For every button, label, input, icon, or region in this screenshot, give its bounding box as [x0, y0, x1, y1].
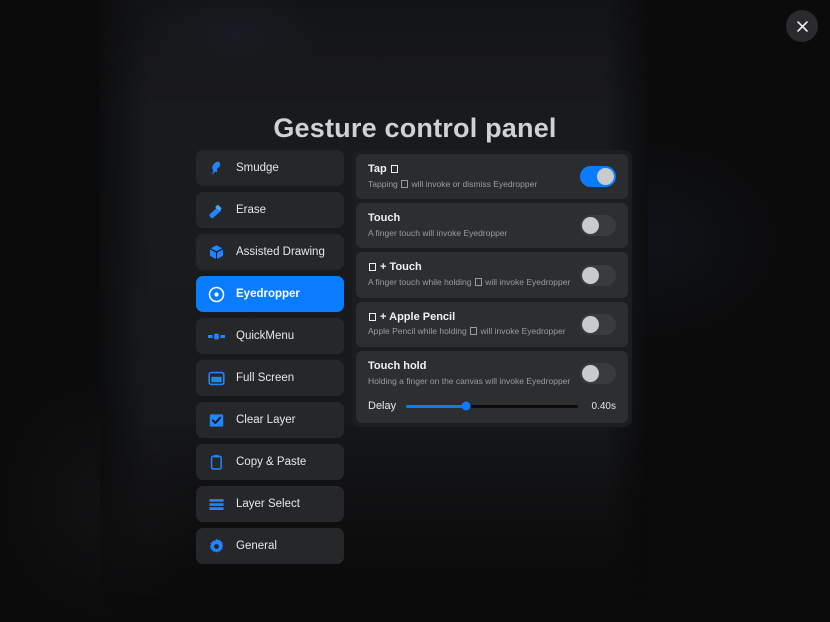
sidebar-item-label: Smudge: [236, 162, 279, 174]
sidebar-item-full-screen[interactable]: Full Screen: [196, 360, 344, 396]
toggle-knob: [582, 315, 599, 333]
sidebar-item-label: Clear Layer: [236, 414, 296, 426]
gesture-row-title: Touch hold: [368, 359, 427, 372]
missing-glyph-icon: [369, 263, 376, 272]
gesture-group-touch-hold: Touch hold Holding a finger on the canva…: [356, 350, 628, 424]
toggle-knob: [582, 364, 599, 382]
quickmenu-icon: [206, 326, 226, 346]
gesture-options-list: Tap Tapping will invoke or dismiss Eyedr…: [352, 150, 632, 428]
gesture-row-subtitle: Holding a finger on the canvas will invo…: [368, 375, 571, 386]
cube-icon: [206, 242, 226, 262]
gesture-toggle-touch[interactable]: [580, 215, 616, 237]
clipboard-icon: [206, 452, 226, 472]
gesture-row-modifier-touch[interactable]: + Touch A finger touch while holding wil…: [356, 252, 628, 298]
gesture-category-sidebar: Smudge Erase Assisted Drawing Eyedropper…: [196, 150, 344, 564]
gesture-control-dialog: Gesture control panel Smudge Erase Assis…: [0, 0, 830, 622]
delay-value: 0.40s: [591, 400, 616, 412]
close-icon: [795, 19, 810, 34]
eyedropper-target-icon: [206, 284, 226, 304]
gesture-row-tap[interactable]: Tap Tapping will invoke or dismiss Eyedr…: [356, 154, 628, 200]
missing-glyph-icon: [474, 278, 482, 287]
page-title: Gesture control panel: [273, 113, 557, 143]
sidebar-item-label: General: [236, 540, 277, 552]
smudge-icon: [206, 158, 226, 178]
toggle-knob: [582, 266, 599, 284]
gesture-toggle-touch-hold[interactable]: [580, 362, 616, 384]
delay-label: Delay: [368, 400, 397, 413]
delay-slider-row: Delay 0.40s: [356, 396, 628, 423]
toggle-knob: [582, 217, 599, 235]
gear-icon: [206, 536, 226, 556]
toggle-knob: [597, 168, 614, 186]
layers-icon: [206, 494, 226, 514]
sidebar-item-layer-select[interactable]: Layer Select: [196, 486, 344, 522]
sidebar-item-general[interactable]: General: [196, 528, 344, 564]
sidebar-item-assisted-drawing[interactable]: Assisted Drawing: [196, 234, 344, 270]
sidebar-item-label: Assisted Drawing: [236, 246, 325, 258]
sidebar-item-smudge[interactable]: Smudge: [196, 150, 344, 186]
gesture-toggle-modifier-touch[interactable]: [580, 264, 616, 286]
sidebar-item-label: QuickMenu: [236, 330, 295, 342]
fullscreen-icon: [206, 368, 226, 388]
gesture-toggle-modifier-apple-pencil[interactable]: [580, 313, 616, 335]
gesture-row-subtitle: Apple Pencil while holding will invoke E…: [368, 326, 566, 337]
sidebar-item-quickmenu[interactable]: QuickMenu: [196, 318, 344, 354]
gesture-row-title: + Apple Pencil: [368, 311, 566, 325]
sidebar-item-label: Full Screen: [236, 372, 295, 384]
gesture-toggle-tap[interactable]: [580, 166, 616, 188]
delay-slider-fill: [406, 404, 467, 408]
sidebar-item-eyedropper[interactable]: Eyedropper: [196, 276, 344, 312]
gesture-row-title: Touch: [368, 212, 401, 225]
checkbox-icon: [206, 410, 226, 430]
sidebar-item-copy-paste[interactable]: Copy & Paste: [196, 444, 344, 480]
gesture-row-subtitle: A finger touch while holding will invoke…: [368, 277, 571, 288]
missing-glyph-icon: [470, 327, 478, 336]
sidebar-item-clear-layer[interactable]: Clear Layer: [196, 402, 344, 438]
gesture-row-touch[interactable]: Touch A finger touch will invoke Eyedrop…: [356, 203, 628, 249]
eraser-icon: [206, 200, 226, 220]
sidebar-item-erase[interactable]: Erase: [196, 192, 344, 228]
gesture-row-modifier-apple-pencil[interactable]: + Apple Pencil Apple Pencil while holdin…: [356, 301, 628, 347]
gesture-row-subtitle: A finger touch will invoke Eyedropper: [368, 227, 508, 238]
missing-glyph-icon: [401, 179, 409, 188]
close-button[interactable]: [786, 10, 818, 42]
missing-glyph-icon: [369, 312, 376, 321]
sidebar-item-label: Layer Select: [236, 498, 300, 510]
gesture-row-title: + Touch: [368, 261, 570, 275]
delay-slider-thumb[interactable]: [461, 401, 471, 411]
sidebar-item-label: Copy & Paste: [236, 456, 307, 468]
gesture-row-title: Tap: [368, 163, 537, 177]
gesture-row-touch-hold[interactable]: Touch hold Holding a finger on the canva…: [356, 351, 628, 396]
gesture-row-subtitle: Tapping will invoke or dismiss Eyedroppe…: [368, 178, 538, 189]
sidebar-item-label: Erase: [236, 204, 267, 216]
sidebar-item-label: Eyedropper: [236, 288, 300, 300]
missing-glyph-icon: [390, 165, 398, 173]
delay-slider[interactable]: [406, 401, 578, 411]
